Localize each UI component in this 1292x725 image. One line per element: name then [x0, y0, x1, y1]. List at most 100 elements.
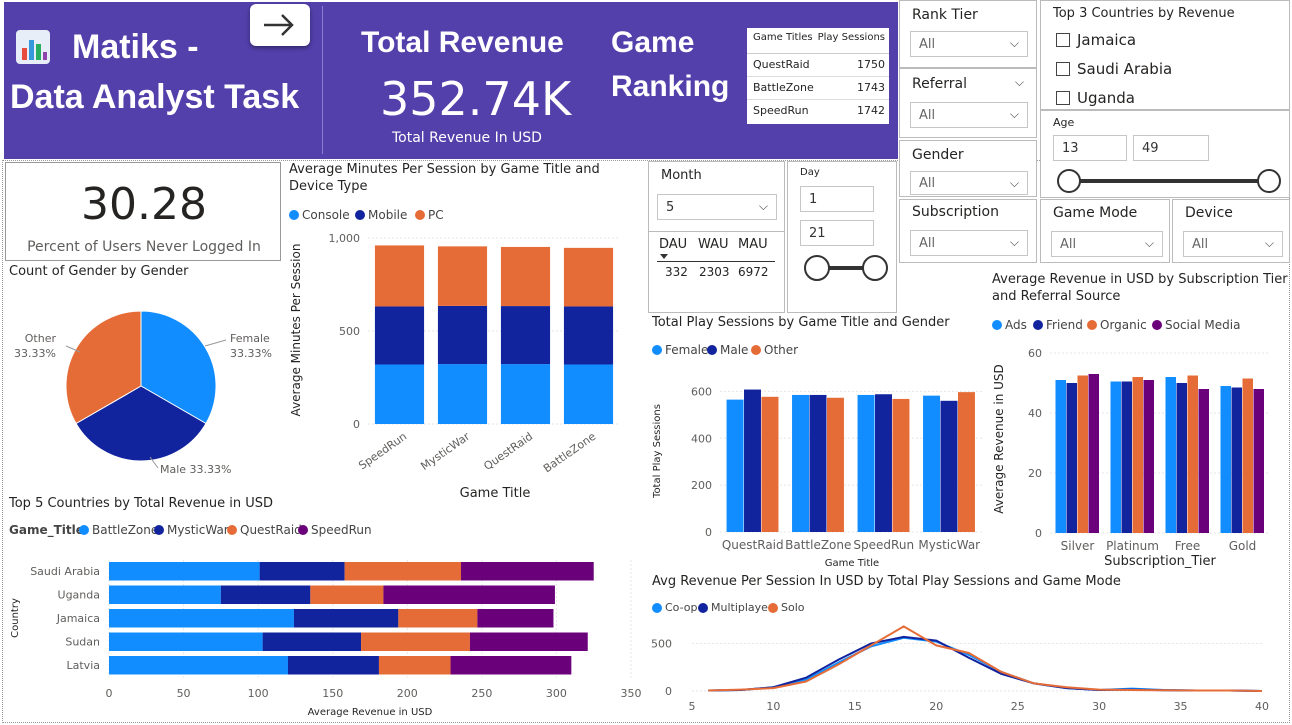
x-tick-label: 30: [1092, 700, 1106, 713]
bar-pc: [563, 247, 614, 307]
legend-label: Solo: [781, 601, 805, 614]
bar-organic: [1132, 377, 1143, 533]
legend-label: PC: [428, 208, 444, 222]
bar-questraid: [398, 609, 478, 628]
countries-legend-questraid[interactable]: QuestRaid: [227, 523, 302, 537]
rank-tier-slicer: Rank Tier All ⌵: [899, 0, 1037, 68]
age-max-input[interactable]: 49: [1133, 135, 1209, 161]
checkbox-jamaica[interactable]: [1056, 33, 1070, 47]
game-mode-dropdown[interactable]: All ⌵: [1051, 231, 1163, 257]
sessions-legend-female[interactable]: Female: [652, 343, 708, 357]
referral-dropdown[interactable]: All ⌵: [910, 102, 1028, 128]
age-slider-track[interactable]: [1069, 179, 1269, 183]
checkbox-uganda[interactable]: [1056, 91, 1070, 105]
line-legend-coop[interactable]: Co-op: [652, 601, 698, 614]
dau-header[interactable]: DAU: [659, 237, 687, 252]
mau-header[interactable]: MAU: [738, 237, 768, 252]
bar-ads: [1220, 386, 1231, 533]
bar-battlezone: [109, 585, 221, 604]
revenue-title: Total Revenue: [361, 26, 564, 59]
subrev-legend-organic[interactable]: Organic: [1087, 318, 1147, 332]
y-tick-label: Latvia: [67, 659, 101, 672]
wau-header[interactable]: WAU: [698, 237, 729, 252]
day-slider-handle-min[interactable]: [804, 255, 830, 281]
y-axis-title: Total Play Sessions: [652, 404, 663, 499]
bar-speedrun: [477, 609, 554, 628]
subrev-legend-friend[interactable]: Friend: [1033, 318, 1083, 332]
subrev-legend-ads[interactable]: Ads: [992, 318, 1027, 332]
bar-questraid: [344, 562, 461, 581]
age-slicer: Age 13 49: [1040, 110, 1290, 198]
subscription-dropdown[interactable]: All ⌵: [910, 230, 1028, 256]
age-slider-handle-min[interactable]: [1057, 169, 1081, 193]
bar-console: [500, 364, 551, 424]
navigate-arrow-button[interactable]: [250, 4, 310, 46]
top3-item: Jamaica: [1077, 31, 1137, 49]
pie-data-label: Male 33.33%: [160, 463, 232, 476]
sessions-legend-other[interactable]: Other: [751, 343, 798, 357]
line-legend-solo[interactable]: Solo: [768, 601, 805, 614]
y-tick-label: Uganda: [58, 589, 100, 602]
bar-organic: [1242, 378, 1253, 533]
countries-legend-mysticwar[interactable]: MysticWar: [154, 523, 229, 537]
month-dropdown[interactable]: 5 ⌵: [657, 194, 777, 220]
x-tick-label: 25: [1011, 700, 1025, 713]
x-tick-label: 5: [689, 700, 696, 713]
line-legend-multiplayer[interactable]: Multiplayer: [698, 601, 772, 614]
line-solo: [708, 625, 1263, 692]
x-axis-title: Average Revenue in USD: [308, 707, 433, 718]
referral-slicer: Referral ⌵ All ⌵: [899, 68, 1037, 138]
device-dropdown[interactable]: All ⌵: [1183, 231, 1283, 257]
age-title: Age: [1053, 116, 1075, 129]
bar-male: [875, 394, 892, 532]
age-slider-handle-max[interactable]: [1257, 169, 1281, 193]
month-value: 5: [666, 200, 675, 215]
x-tick-label: 100: [248, 687, 269, 700]
chevron-down-icon[interactable]: ⌵: [1015, 75, 1024, 90]
day-max-input[interactable]: 21: [800, 220, 874, 246]
row-title: SpeedRun: [753, 104, 809, 117]
subrev-legend-social[interactable]: Social Media: [1152, 318, 1240, 332]
sessions-legend-male[interactable]: Male: [707, 343, 748, 357]
app-title-line1: Matiks -: [72, 28, 199, 66]
rank-tier-dropdown[interactable]: All ⌵: [910, 31, 1028, 57]
header-underline: [657, 261, 775, 262]
ranking-title-line1: Game: [611, 26, 695, 59]
row-title: BattleZone: [753, 81, 814, 94]
minutes-legend-console[interactable]: Console: [289, 208, 350, 222]
day-slicer: Day 1 21: [787, 161, 897, 313]
day-slider-handle-max[interactable]: [862, 255, 888, 281]
top3-slicer: Top 3 Countries by Revenue Jamaica Saudi…: [1040, 0, 1290, 110]
pie-data-label: Other: [25, 332, 57, 345]
minutes-legend-pc[interactable]: PC: [415, 208, 444, 222]
bar-battlezone: [109, 562, 260, 581]
x-tick-label: 35: [1174, 700, 1188, 713]
checkbox-saudi-arabia[interactable]: [1056, 62, 1070, 76]
bar-mobile: [374, 306, 425, 365]
pie-slice-male: [75, 385, 207, 462]
countries-legend-speedrun[interactable]: SpeedRun: [298, 523, 372, 537]
col-game-titles[interactable]: Game Titles: [753, 32, 813, 53]
bar-organic: [1077, 375, 1088, 533]
gender-dropdown[interactable]: All ⌵: [910, 171, 1028, 195]
day-min-value: 1: [809, 192, 818, 207]
kpi-value: 30.28: [81, 179, 207, 230]
day-min-input[interactable]: 1: [800, 186, 874, 212]
bar-friend: [1121, 381, 1132, 533]
age-min-input[interactable]: 13: [1053, 135, 1127, 161]
top3-item: Uganda: [1077, 89, 1135, 107]
legend-title: Game_Title: [9, 523, 84, 537]
bar-questraid: [310, 585, 384, 604]
bar-pc: [374, 245, 425, 307]
bar-male: [940, 400, 958, 532]
y-tick-label: 200: [691, 479, 712, 492]
countries-legend-battlezone[interactable]: BattleZone: [79, 523, 158, 537]
col-play-sessions[interactable]: Play Sessions: [818, 32, 885, 53]
row-title: QuestRaid: [753, 58, 810, 71]
row-sessions: 1750: [857, 58, 885, 71]
kpi-card: 30.28 Percent of Users Never Logged In: [5, 162, 281, 261]
minutes-legend-mobile[interactable]: Mobile: [355, 208, 407, 222]
legend-label: Female: [665, 343, 709, 357]
y-tick-label: 1,000: [329, 232, 361, 245]
chevron-down-icon: ⌵: [1264, 236, 1274, 250]
